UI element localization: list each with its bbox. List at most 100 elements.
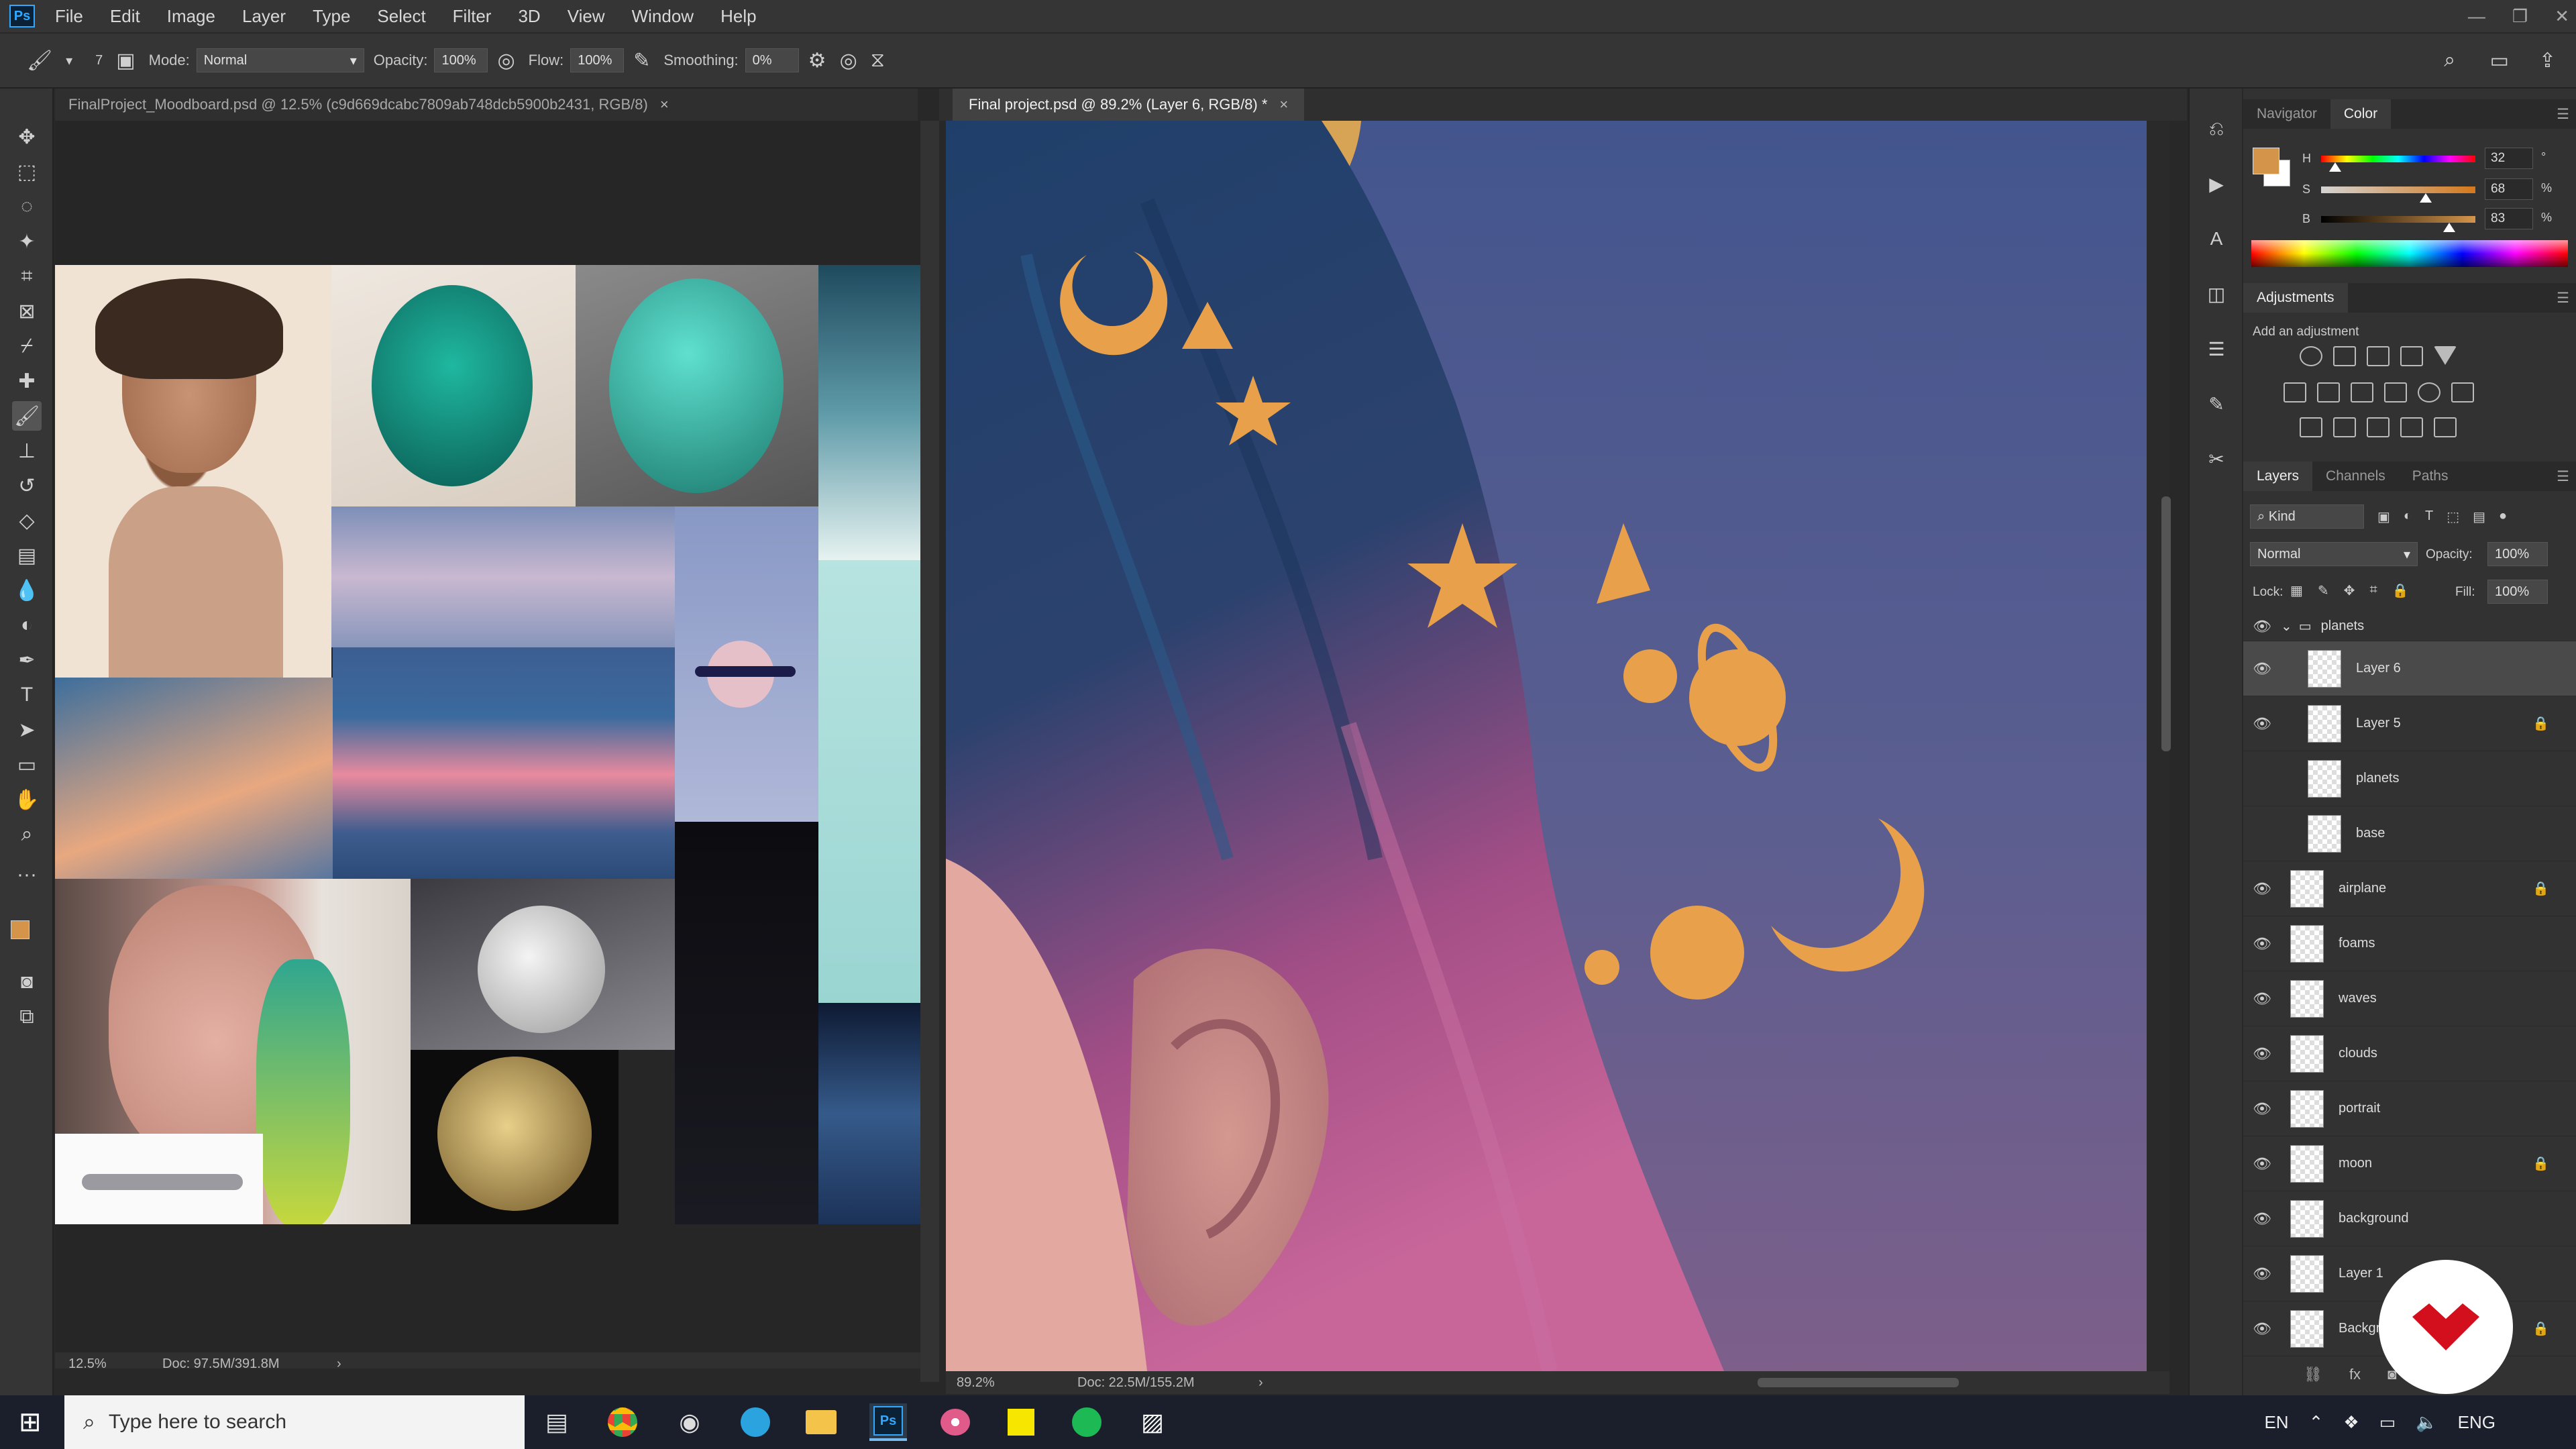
eye-icon[interactable]: 👁 — [2243, 880, 2281, 898]
color-lookup-icon[interactable] — [2451, 382, 2474, 402]
type-filter-icon[interactable]: T — [2425, 508, 2433, 525]
layer-thumbnail[interactable] — [2290, 869, 2324, 908]
layer-name[interactable]: portrait — [2339, 1101, 2380, 1116]
eye-icon[interactable]: 👁 — [2243, 1320, 2281, 1338]
menu-select[interactable]: Select — [377, 6, 425, 27]
menu-file[interactable]: File — [55, 6, 83, 27]
close-icon[interactable]: × — [660, 96, 669, 113]
right-zoom-level[interactable]: 89.2% — [957, 1375, 1077, 1391]
layer-name[interactable]: airplane — [2339, 881, 2386, 896]
gradient-tool-icon[interactable]: ▤ — [12, 541, 42, 570]
brightness-slider[interactable] — [2321, 216, 2475, 223]
quick-mask-icon[interactable]: ◙ — [12, 967, 42, 997]
workspace-icon[interactable]: ▭ — [2490, 49, 2509, 72]
eye-icon[interactable]: 👁 — [2243, 618, 2281, 635]
hand-tool-icon[interactable]: ✋ — [12, 785, 42, 814]
layer-row-portrait[interactable]: 👁 portrait — [2243, 1081, 2576, 1136]
lock-all-icon[interactable]: 🔒 — [2392, 582, 2409, 599]
crop-tool-icon[interactable]: ⌗ — [12, 262, 42, 291]
photo-filter-icon[interactable] — [2384, 382, 2407, 402]
layer-name[interactable]: base — [2356, 826, 2385, 841]
layer-name[interactable]: Layer 5 — [2356, 716, 2401, 731]
curves-icon[interactable] — [2367, 346, 2390, 366]
invert-icon[interactable] — [2300, 417, 2322, 437]
brush-panel-icon[interactable]: ▣ — [116, 49, 135, 72]
brush-tool-icon[interactable]: 🖌 — [12, 401, 42, 431]
eye-icon[interactable]: 👁 — [2243, 1155, 2281, 1173]
eye-icon[interactable]: 👁 — [2243, 1265, 2281, 1283]
blend-mode-select[interactable]: Normal ▾ — [2250, 542, 2418, 566]
selective-color-icon[interactable] — [2400, 417, 2423, 437]
chrome-icon[interactable] — [604, 1403, 641, 1441]
lock-position-icon[interactable]: ✥ — [2344, 582, 2355, 599]
tab-final-project[interactable]: Final project.psd @ 89.2% (Layer 6, RGB/… — [953, 89, 1305, 121]
tab-channels[interactable]: Channels — [2312, 462, 2399, 491]
panel-menu-icon[interactable]: ☰ — [2557, 290, 2569, 307]
pressure-size-icon[interactable]: ◎ — [840, 49, 857, 72]
eye-icon[interactable]: 👁 — [2243, 935, 2281, 953]
layer-name[interactable]: background — [2339, 1211, 2409, 1226]
saturation-slider[interactable] — [2321, 186, 2475, 193]
share-icon[interactable]: ⇪ — [2539, 49, 2556, 72]
layer-row-background[interactable]: 👁 background — [2243, 1191, 2576, 1246]
hue-saturation-icon[interactable] — [2284, 382, 2306, 402]
speaker-icon[interactable]: 🔈 — [2416, 1412, 2437, 1433]
layer-name[interactable]: Layer 1 — [2339, 1266, 2383, 1281]
gradient-map-icon[interactable] — [2434, 417, 2457, 437]
layer-thumbnail[interactable] — [2308, 649, 2341, 688]
menu-help[interactable]: Help — [720, 6, 756, 27]
left-zoom-level[interactable]: 12.5% — [68, 1356, 162, 1369]
pixel-filter-icon[interactable]: ▣ — [2377, 508, 2390, 525]
layer-opacity-input[interactable]: 100% — [2487, 542, 2548, 566]
brightness-slider-thumb[interactable] — [2443, 223, 2455, 232]
threshold-icon[interactable] — [2367, 417, 2390, 437]
network-icon[interactable]: ▭ — [2379, 1412, 2396, 1433]
eyedropper-tool-icon[interactable]: ⌿ — [12, 331, 42, 361]
saturation-slider-thumb[interactable] — [2420, 193, 2432, 203]
photos-icon[interactable]: ▨ — [1134, 1403, 1171, 1441]
layer-name[interactable]: moon — [2339, 1156, 2372, 1171]
chevron-down-icon[interactable]: ⌄ — [2281, 618, 2292, 635]
tab-color[interactable]: Color — [2330, 99, 2392, 129]
smart-object-filter-icon[interactable]: ▤ — [2473, 508, 2485, 525]
menu-layer[interactable]: Layer — [242, 6, 286, 27]
pressure-opacity-icon[interactable]: ◎ — [497, 49, 515, 72]
path-selection-tool-icon[interactable]: ➤ — [12, 715, 42, 745]
panel-menu-icon[interactable]: ☰ — [2557, 468, 2569, 485]
layer-thumbnail[interactable] — [2308, 759, 2341, 798]
layer-style-icon[interactable]: fx — [2349, 1366, 2361, 1383]
magic-wand-tool-icon[interactable]: ✦ — [12, 227, 42, 256]
symmetry-icon[interactable]: ⧖ — [871, 49, 885, 72]
history-brush-tool-icon[interactable]: ↺ — [12, 471, 42, 500]
lock-image-icon[interactable]: ✎ — [2318, 582, 2329, 599]
marquee-tool-icon[interactable]: ⬚ — [12, 157, 42, 186]
restore-button[interactable]: ❐ — [2512, 6, 2528, 27]
tab-layers[interactable]: Layers — [2243, 462, 2313, 491]
spotify-icon[interactable] — [1068, 1403, 1106, 1441]
eye-icon[interactable]: 👁 — [2243, 1100, 2281, 1118]
color-balance-icon[interactable] — [2317, 382, 2340, 402]
layer-thumbnail[interactable] — [2290, 979, 2324, 1018]
menu-image[interactable]: Image — [167, 6, 215, 27]
layer-name[interactable]: Layer 6 — [2356, 661, 2401, 676]
layer-group-planets[interactable]: 👁 ⌄ ▭ planets — [2243, 612, 2576, 641]
sticky-notes-icon[interactable] — [1002, 1403, 1040, 1441]
layer-thumbnail[interactable] — [2290, 1199, 2324, 1238]
layer-row-clouds[interactable]: 👁 clouds — [2243, 1026, 2576, 1081]
levels-icon[interactable] — [2333, 346, 2356, 366]
hue-slider-thumb[interactable] — [2328, 162, 2341, 172]
dodge-tool-icon[interactable]: ◐ — [12, 610, 42, 640]
hue-input[interactable]: 32 — [2485, 148, 2533, 169]
healing-tool-icon[interactable]: ✚ — [12, 366, 42, 396]
actions-panel-icon[interactable]: ▶ — [2203, 170, 2230, 197]
foreground-color-swatch[interactable] — [11, 920, 30, 939]
moodboard-canvas[interactable]: 12.5% Doc: 97.5M/391.8M › — [55, 121, 920, 1368]
layer-name[interactable]: waves — [2339, 991, 2377, 1006]
brush-size-label[interactable]: 7 — [95, 53, 103, 68]
brush-tool-icon[interactable]: 🖌 — [27, 49, 52, 72]
obs-icon[interactable]: ◉ — [671, 1403, 708, 1441]
pen-tool-icon[interactable]: ✒ — [12, 645, 42, 675]
eye-icon[interactable]: 👁 — [2243, 990, 2281, 1008]
language-indicator[interactable]: EN — [2264, 1412, 2288, 1433]
layer-thumbnail[interactable] — [2308, 814, 2341, 853]
